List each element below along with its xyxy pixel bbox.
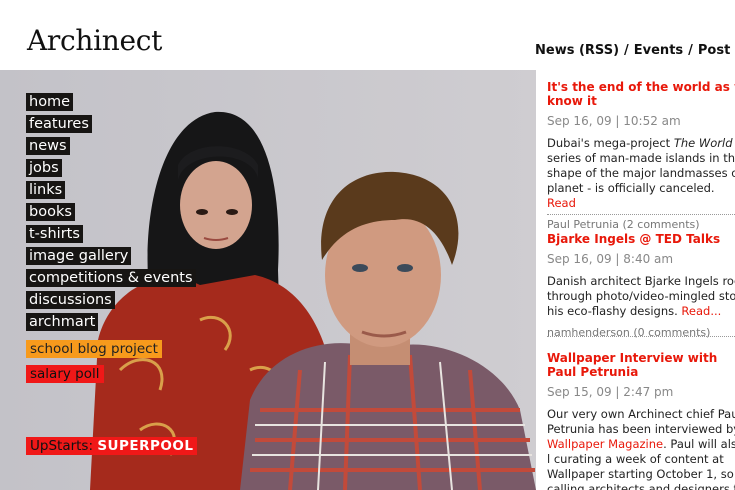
menu-news[interactable]: news	[26, 137, 70, 155]
salary-poll-link[interactable]: salary poll	[26, 365, 104, 383]
school-blog-project-link[interactable]: school blog project	[26, 340, 162, 358]
read-more-link[interactable]: Read	[547, 196, 576, 210]
news-sidebar: It's the end of the world as we know it …	[547, 80, 735, 490]
post-title[interactable]: It's the end of the world as we know it	[547, 80, 735, 108]
post-divider	[547, 214, 735, 215]
post-excerpt: Danish architect Bjarke Ingels roc throu…	[547, 274, 735, 319]
read-more-link[interactable]: Read...	[681, 304, 721, 318]
news-post: Bjarke Ingels @ TED Talks Sep 16, 09 | 8…	[547, 232, 735, 339]
post-divider	[547, 336, 735, 337]
upstarts-link[interactable]: UpStarts: SUPERPOOL	[26, 437, 198, 455]
news-post: It's the end of the world as we know it …	[547, 80, 735, 231]
menu-features[interactable]: features	[26, 115, 92, 133]
post-date: Sep 16, 09 | 10:52 am	[547, 114, 681, 128]
news-rss-link[interactable]: News (RSS)	[535, 43, 619, 58]
nav-separator: /	[624, 43, 629, 58]
menu-tshirts[interactable]: t-shirts	[26, 225, 83, 243]
post-excerpt: Dubai's mega-project The World - series …	[547, 136, 735, 211]
post-author[interactable]: namhenderson (0 comments)	[547, 326, 735, 339]
post-excerpt: Our very own Archinect chief Paul Petrun…	[547, 407, 735, 490]
menu-image-gallery[interactable]: image gallery	[26, 247, 132, 265]
menu-links[interactable]: links	[26, 181, 66, 199]
wallpaper-magazine-link[interactable]: Wallpaper Magazine	[547, 437, 663, 451]
post-author[interactable]: Paul Petrunia (2 comments)	[547, 218, 735, 231]
excerpt-text: Dubai's mega-project	[547, 136, 674, 150]
menu-books[interactable]: books	[26, 203, 75, 221]
upstarts-prefix: UpStarts:	[30, 438, 94, 454]
post-link[interactable]: Post	[698, 43, 730, 58]
post-title[interactable]: Bjarke Ingels @ TED Talks	[547, 232, 735, 246]
menu-competitions[interactable]: competitions & events	[26, 269, 196, 287]
menu-jobs[interactable]: jobs	[26, 159, 62, 177]
excerpt-emphasis: The World	[673, 136, 733, 150]
site-logo[interactable]: Archinect	[27, 24, 162, 57]
excerpt-text: Our very own Archinect chief Paul Petrun…	[547, 407, 735, 436]
menu-archmart[interactable]: archmart	[26, 313, 99, 331]
post-date: Sep 15, 09 | 2:47 pm	[547, 385, 674, 399]
news-post: Wallpaper Interview with Paul Petrunia S…	[547, 351, 735, 490]
hero-photo: home features news jobs links books t-sh…	[0, 70, 536, 490]
events-link[interactable]: Events	[634, 43, 683, 58]
post-title[interactable]: Wallpaper Interview with Paul Petrunia	[547, 351, 735, 379]
menu-home[interactable]: home	[26, 93, 74, 111]
upstarts-name: SUPERPOOL	[97, 438, 194, 454]
nav-separator: /	[688, 43, 693, 58]
menu-discussions[interactable]: discussions	[26, 291, 115, 309]
top-navigation: News (RSS) / Events / Post	[535, 43, 730, 58]
post-date: Sep 16, 09 | 8:40 am	[547, 252, 674, 266]
